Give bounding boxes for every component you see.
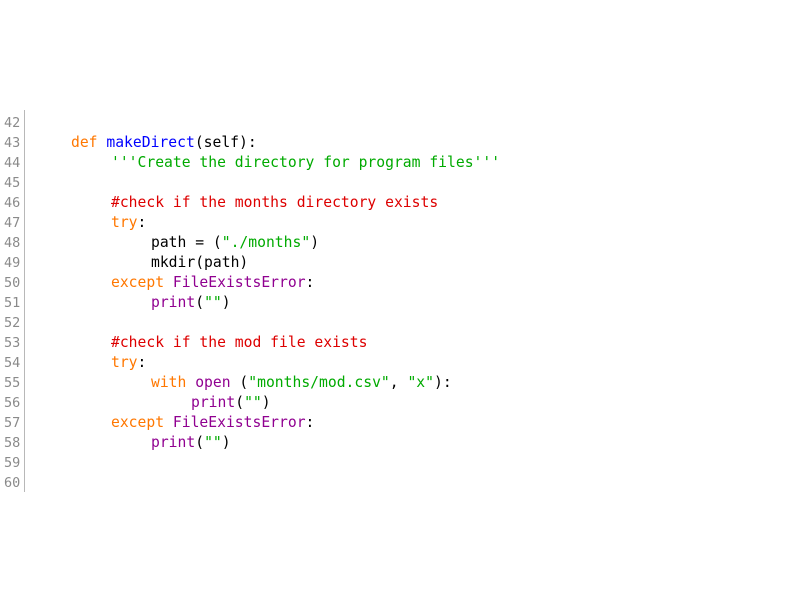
line-number: 46 (4, 195, 21, 211)
line-number: 49 (4, 255, 21, 271)
line-number: 51 (4, 295, 21, 311)
code-token-string: "" (244, 394, 262, 411)
code-token-plain: , (389, 374, 408, 391)
code-text[interactable]: print("") (191, 393, 271, 413)
line-number: 53 (4, 335, 21, 351)
code-line[interactable]: 45 (0, 173, 800, 193)
line-number: 50 (4, 275, 21, 291)
code-line[interactable]: 53 #check if the mod file exists (0, 333, 800, 353)
code-line[interactable]: 55 with open ("months/mod.csv", "x"): (0, 373, 800, 393)
code-text[interactable]: #check if the mod file exists (111, 333, 367, 353)
line-number: 45 (4, 175, 21, 191)
code-token-plain: : (137, 214, 147, 231)
code-token-plain: ) (310, 234, 320, 251)
code-token-plain: ( (195, 434, 205, 451)
line-number: 48 (4, 235, 21, 251)
code-token-keyword: with (151, 374, 187, 391)
code-text[interactable]: def makeDirect(self): (71, 133, 257, 153)
code-line[interactable]: 49 mkdir(path) (0, 253, 800, 273)
code-line[interactable]: 52 (0, 313, 800, 333)
code-line[interactable]: 50 except FileExistsError: (0, 273, 800, 293)
code-text[interactable]: except FileExistsError: (111, 273, 314, 293)
line-number: 47 (4, 215, 21, 231)
code-token-keyword: except (111, 414, 165, 431)
code-text[interactable]: with open ("months/mod.csv", "x"): (151, 373, 452, 393)
line-number: 56 (4, 395, 21, 411)
code-token-keyword: try (111, 214, 138, 231)
code-line[interactable]: 44 '''Create the directory for program fi… (0, 153, 800, 173)
code-token-plain: ): (433, 374, 452, 391)
code-line[interactable]: 57 except FileExistsError: (0, 413, 800, 433)
code-token-string: "" (204, 294, 222, 311)
code-token-builtin: open (195, 374, 231, 391)
code-token-plain: ) (221, 434, 231, 451)
code-token-keyword: try (111, 354, 138, 371)
code-token-keyword: except (111, 274, 165, 291)
code-line[interactable]: 60 (0, 473, 800, 493)
code-line[interactable]: 47 try: (0, 213, 800, 233)
line-number: 58 (4, 435, 21, 451)
code-token-string: '''Create the directory for program file… (111, 154, 501, 171)
line-number: 54 (4, 355, 21, 371)
code-token-comment: #check if the months directory exists (111, 194, 439, 211)
line-number: 60 (4, 475, 21, 491)
code-line[interactable]: 54 try: (0, 353, 800, 373)
code-token-plain: ( (235, 394, 245, 411)
line-number: 42 (4, 115, 21, 131)
code-line[interactable]: 48 path = ("./months") (0, 233, 800, 253)
code-line[interactable]: 58 print("") (0, 433, 800, 453)
code-token-plain: path = ( (151, 234, 222, 251)
code-text[interactable]: try: (111, 353, 146, 373)
code-token-builtin: print (151, 294, 196, 311)
code-line[interactable]: 42 (0, 113, 800, 133)
code-text[interactable]: except FileExistsError: (111, 413, 314, 433)
code-token-comment: #check if the mod file exists (111, 334, 368, 351)
code-line[interactable]: 43 def makeDirect(self): (0, 133, 800, 153)
line-number: 57 (4, 415, 21, 431)
code-text[interactable]: print("") (151, 293, 231, 313)
code-token-plain: : (305, 274, 315, 291)
code-line[interactable]: 59 (0, 453, 800, 473)
code-line[interactable]: 56 print("") (0, 393, 800, 413)
code-token-builtin: FileExistsError (172, 274, 306, 291)
code-text[interactable]: print("") (151, 433, 231, 453)
line-number: 55 (4, 375, 21, 391)
code-token-builtin: FileExistsError (172, 414, 306, 431)
code-token-plain: ) (261, 394, 271, 411)
code-token-plain: ( (230, 374, 249, 391)
line-number: 52 (4, 315, 21, 331)
code-text[interactable]: #check if the months directory exists (111, 193, 438, 213)
code-token-plain: ) (221, 294, 231, 311)
line-number: 43 (4, 135, 21, 151)
code-token-plain: : (137, 354, 147, 371)
code-text[interactable]: path = ("./months") (151, 233, 319, 253)
code-line[interactable]: 46 #check if the months directory exists (0, 193, 800, 213)
code-text[interactable]: try: (111, 213, 146, 233)
code-token-plain: (self): (194, 134, 257, 151)
code-text[interactable]: '''Create the directory for program file… (111, 153, 500, 173)
code-token-string: "months/mod.csv" (248, 374, 390, 391)
code-token-plain: ( (195, 294, 205, 311)
code-token-builtin: print (151, 434, 196, 451)
code-token-string: "" (204, 434, 222, 451)
code-token-string: "./months" (221, 234, 311, 251)
code-editor[interactable]: 42 43 def makeDirect(self): 44 '''Create the… (0, 113, 800, 493)
code-token-keyword: def (71, 134, 98, 151)
code-line[interactable]: 51 print("") (0, 293, 800, 313)
code-token-definition: makeDirect (106, 134, 195, 151)
code-token-string: "x" (407, 374, 434, 391)
code-token-plain: : (305, 414, 315, 431)
code-text[interactable]: mkdir(path) (151, 253, 248, 273)
code-token-plain: mkdir(path) (151, 254, 249, 271)
line-number: 44 (4, 155, 21, 171)
line-number: 59 (4, 455, 21, 471)
code-token-builtin: print (191, 394, 236, 411)
